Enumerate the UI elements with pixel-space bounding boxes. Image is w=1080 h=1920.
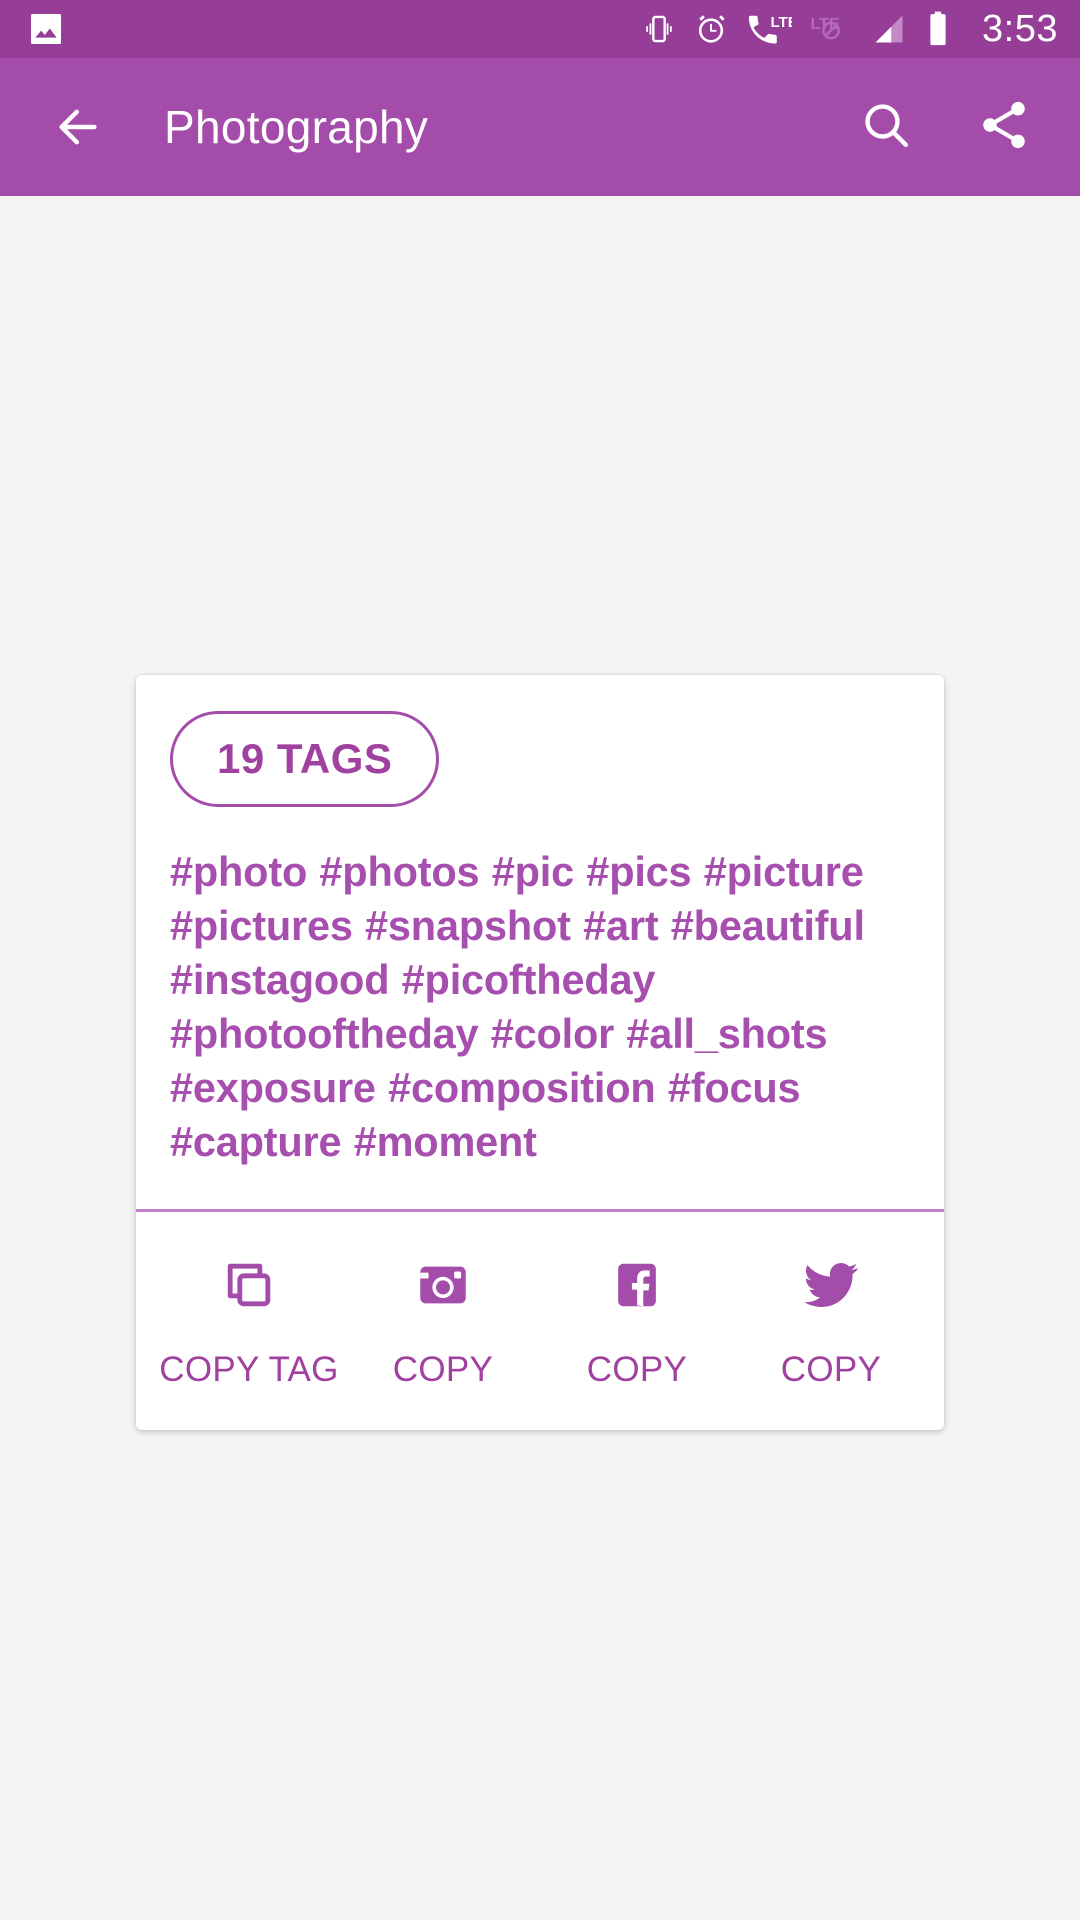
photo-gallery-icon (26, 9, 66, 49)
share-icon (976, 97, 1032, 158)
status-bar-clock: 3:53 (982, 8, 1058, 50)
app-bar: Photography (0, 58, 1080, 196)
copy-instagram-label: COPY (392, 1349, 494, 1389)
copy-twitter-label: COPY (780, 1349, 882, 1389)
status-bar-right: LTE LTE 3:53 (642, 10, 1058, 48)
content-area: 19 TAGS #photo #photos #pic #pics #pictu… (0, 196, 1080, 1920)
copy-tag-button[interactable]: COPY TAG (152, 1254, 346, 1390)
copy-icon (220, 1254, 278, 1316)
twitter-icon (800, 1254, 862, 1316)
copy-tag-label: COPY TAG (159, 1349, 339, 1389)
copy-twitter-button[interactable]: COPY (734, 1254, 928, 1390)
status-bar-left (26, 9, 66, 49)
instagram-icon (414, 1254, 472, 1316)
alarm-clock-icon (693, 11, 729, 47)
share-button[interactable] (966, 89, 1042, 165)
tag-list-text[interactable]: #photo #photos #pic #pics #picture #pict… (170, 845, 910, 1209)
back-button[interactable] (42, 91, 114, 163)
copy-facebook-label: COPY (586, 1349, 688, 1389)
signal-strength-icon (870, 11, 908, 47)
battery-full-icon (925, 10, 951, 48)
copy-instagram-button[interactable]: COPY (346, 1254, 540, 1390)
facebook-icon (608, 1254, 666, 1316)
svg-text:LTE: LTE (770, 14, 792, 31)
status-bar: LTE LTE 3:53 (0, 0, 1080, 58)
copy-facebook-button[interactable]: COPY (540, 1254, 734, 1390)
vibrate-mode-icon (642, 12, 676, 46)
card-actions: COPY TAG COPY COPY COPY (136, 1212, 944, 1430)
tag-card: 19 TAGS #photo #photos #pic #pics #pictu… (136, 674, 944, 1430)
card-top-section: 19 TAGS #photo #photos #pic #pics #pictu… (136, 675, 944, 1209)
tag-count-badge[interactable]: 19 TAGS (170, 710, 440, 807)
search-button[interactable] (848, 89, 924, 165)
search-icon (858, 97, 914, 158)
lte-call-icon: LTE (746, 11, 792, 47)
lte-disabled-icon: LTE (809, 12, 853, 46)
page-title: Photography (164, 101, 429, 153)
